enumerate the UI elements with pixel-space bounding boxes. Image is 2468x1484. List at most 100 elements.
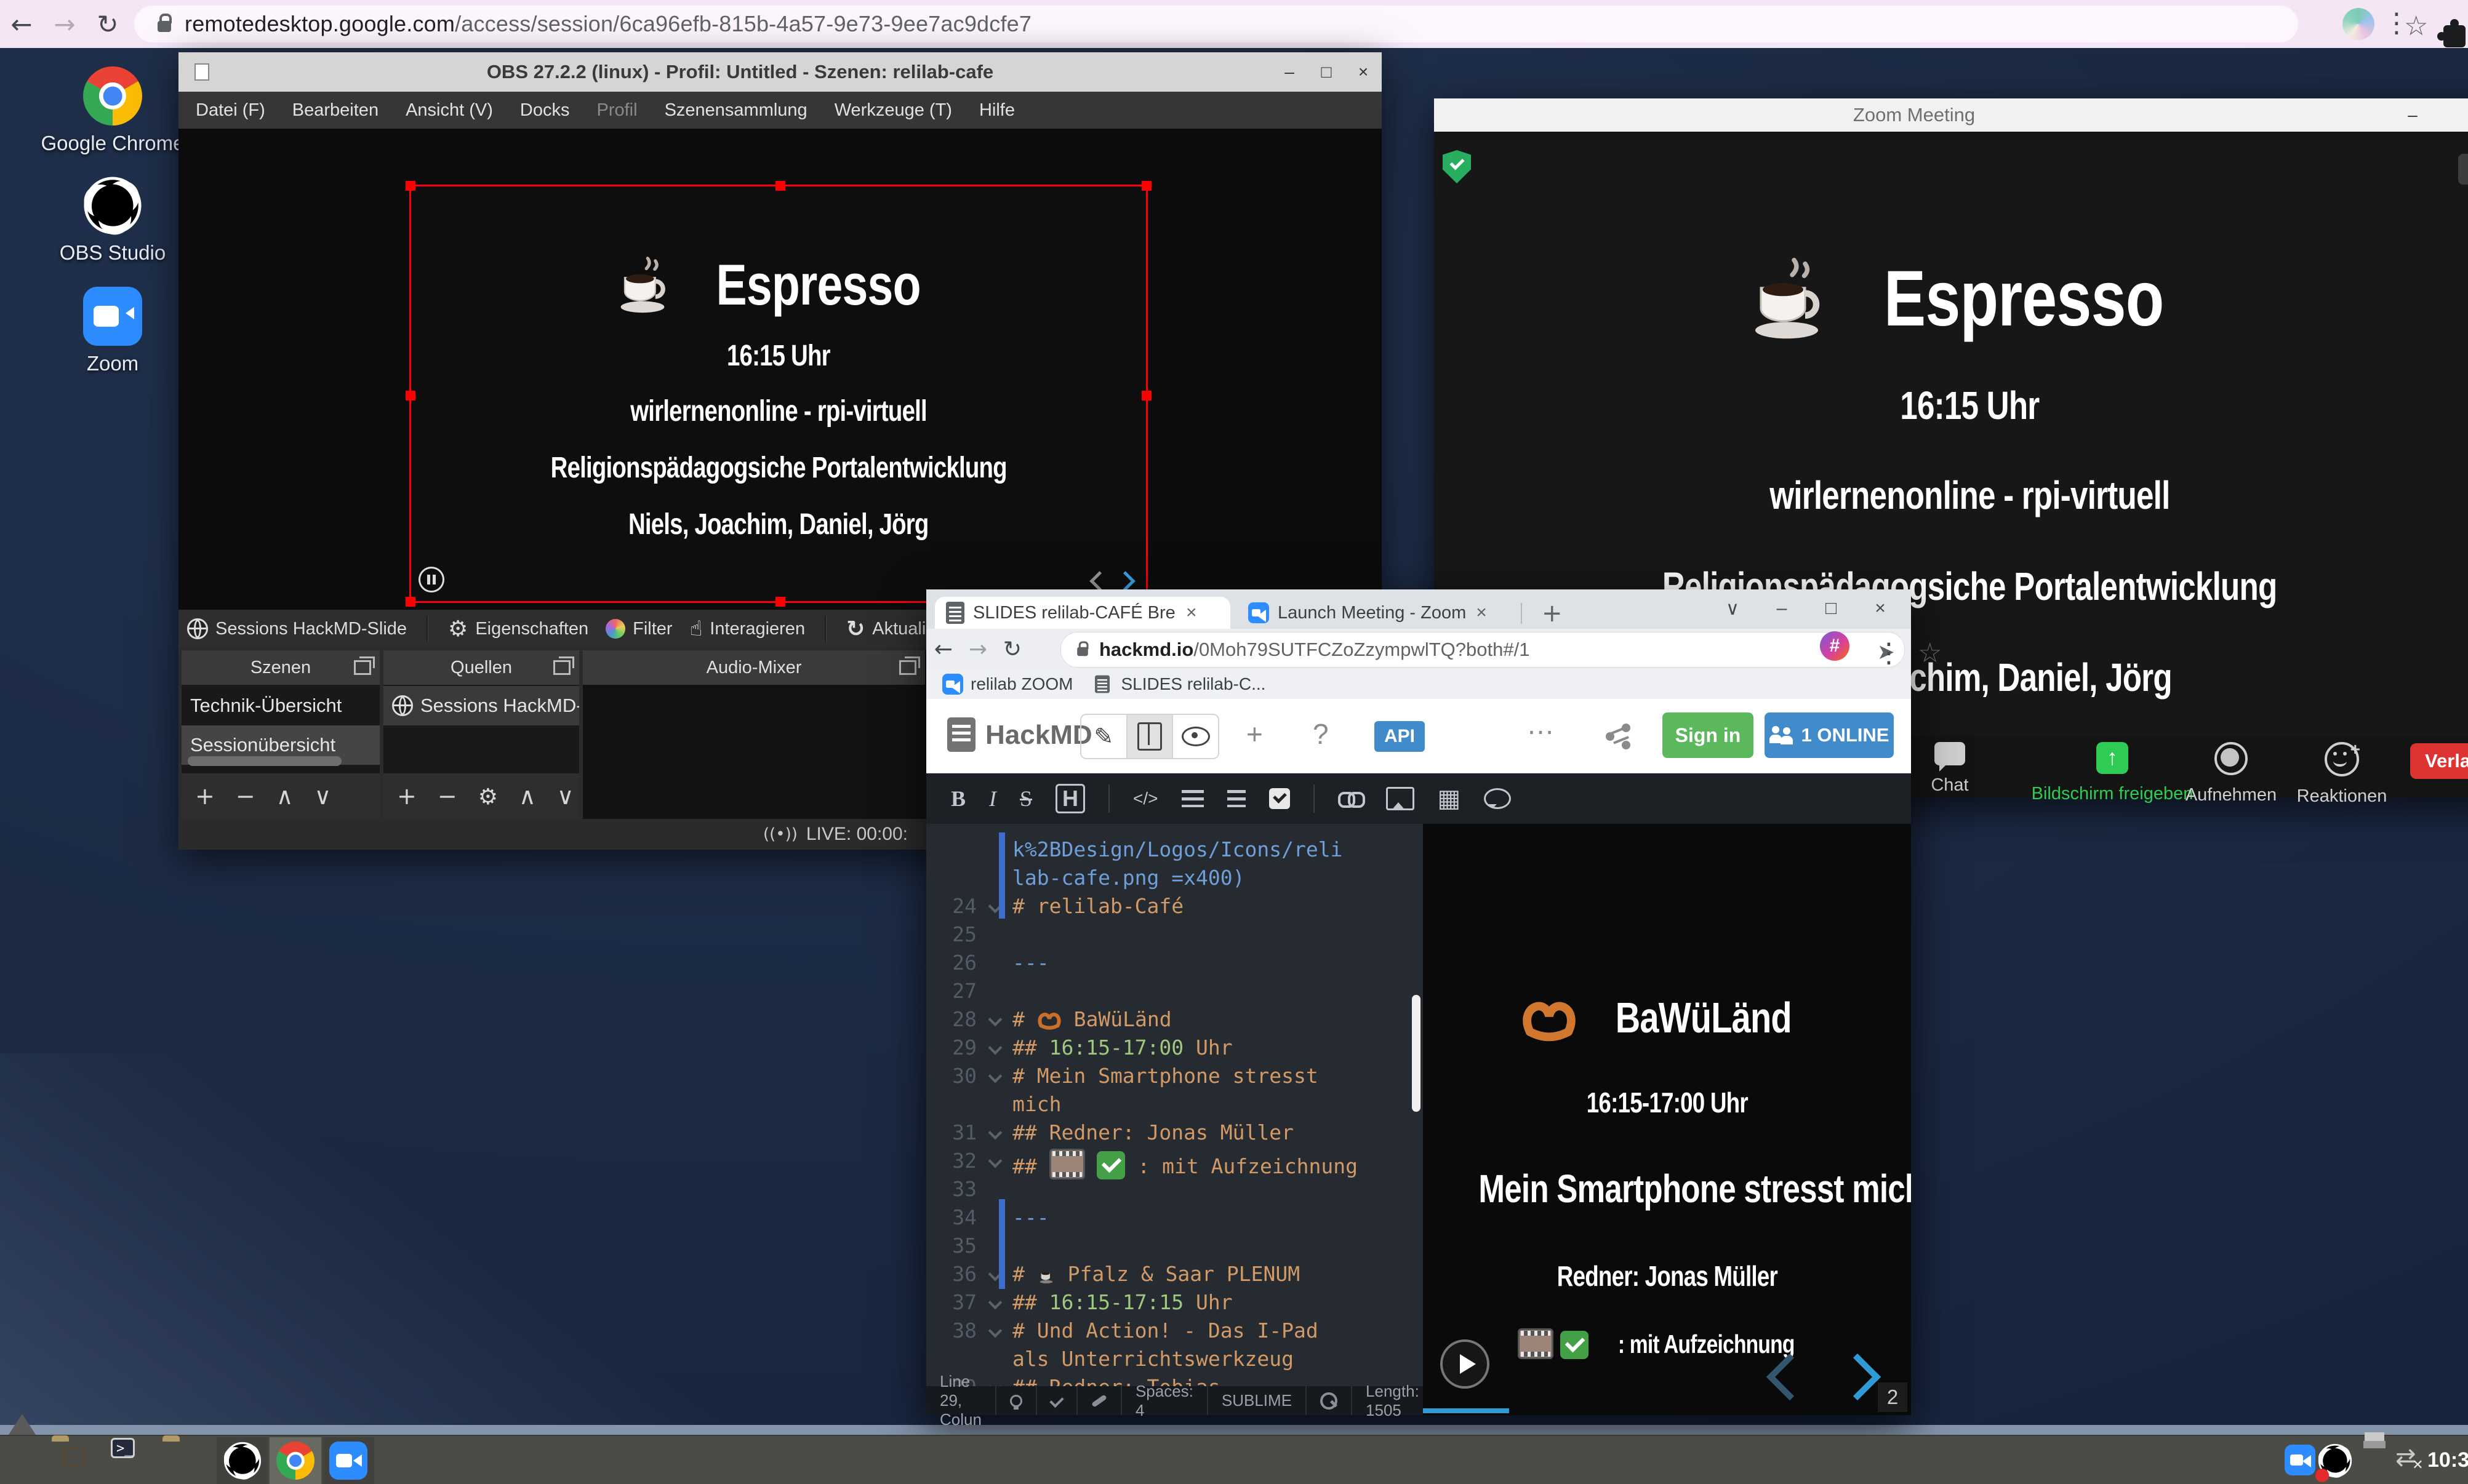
add-source-icon[interactable]: + xyxy=(397,783,417,810)
tab-close-icon[interactable]: × xyxy=(1476,602,1487,623)
numbered-list-icon[interactable] xyxy=(1227,790,1246,807)
taskbar-terminal[interactable]: >_ xyxy=(111,1441,135,1456)
tab-close-icon[interactable]: × xyxy=(1186,602,1197,623)
meeting-security-shield-icon[interactable] xyxy=(1443,150,1471,183)
browser-menu-icon[interactable] xyxy=(2383,7,2413,37)
taskbar-zoom-task[interactable] xyxy=(323,1437,374,1484)
menu-szenensammlung[interactable]: Szenensammlung xyxy=(665,100,807,121)
desktop-icon-obs[interactable]: OBS Studio xyxy=(33,176,193,265)
quellen-header[interactable]: Quellen xyxy=(383,650,579,685)
tray-network[interactable]: ✕ xyxy=(2395,1443,2416,1472)
image-icon[interactable] xyxy=(1386,787,1414,810)
api-button[interactable]: API xyxy=(1374,721,1425,752)
handle[interactable] xyxy=(775,597,785,607)
handle[interactable] xyxy=(406,391,415,401)
task-list-icon[interactable] xyxy=(1269,788,1290,809)
close-button[interactable]: × xyxy=(1345,62,1382,82)
desktop-icon-zoom[interactable]: Zoom xyxy=(33,287,193,375)
split-mode-button[interactable] xyxy=(1126,715,1174,758)
tab-zoom-meeting[interactable]: Launch Meeting - Zoom × xyxy=(1237,597,1514,629)
strikethrough-button[interactable]: S xyxy=(1020,786,1032,812)
filter-button[interactable]: Filter xyxy=(606,619,672,639)
code-button[interactable]: </> xyxy=(1133,789,1158,808)
horizontal-scrollbar[interactable] xyxy=(188,756,342,766)
interagieren-button[interactable]: Interagieren xyxy=(690,616,805,641)
forward-icon[interactable]: → xyxy=(43,9,86,39)
obs-scene-canvas[interactable]: Espresso 16:15 Uhr wirlernenonline - rpi… xyxy=(409,185,1148,603)
back-icon[interactable]: ← xyxy=(0,9,43,39)
table-icon[interactable] xyxy=(1438,784,1461,813)
help-button[interactable]: ? xyxy=(1313,717,1329,751)
browser-menu-icon[interactable] xyxy=(1875,637,1902,669)
heading-button[interactable]: H xyxy=(1056,784,1085,813)
markdown-editor[interactable]: k%2BDesign/Logos/Icons/reli lab-cafe.png… xyxy=(926,824,1423,1386)
taskbar-chrome-task-active[interactable] xyxy=(270,1437,321,1484)
maximize-button[interactable]: □ xyxy=(1813,598,1849,619)
preview-mode-button[interactable] xyxy=(1173,715,1218,758)
active-source[interactable]: Sessions HackMD-Slide xyxy=(187,618,407,639)
remove-source-icon[interactable]: − xyxy=(438,783,457,810)
hackmd-avatar[interactable]: # xyxy=(1820,631,1849,661)
theme-cell[interactable] xyxy=(1078,1386,1122,1415)
bookmark-relilab-zoom[interactable]: relilab ZOOM xyxy=(942,674,1073,695)
link-icon[interactable] xyxy=(1338,791,1363,807)
handle[interactable] xyxy=(775,181,785,191)
keymap-setting[interactable]: SUBLIME xyxy=(1208,1386,1307,1415)
menu-hilfe[interactable]: Hilfe xyxy=(979,100,1015,121)
move-up-icon[interactable]: ∧ xyxy=(519,783,536,810)
move-down-icon[interactable]: ∨ xyxy=(315,783,332,810)
sign-in-button[interactable]: Sign in xyxy=(1662,712,1753,758)
check-cell[interactable] xyxy=(1037,1386,1078,1415)
move-up-icon[interactable]: ∧ xyxy=(276,783,294,810)
reload-icon[interactable]: ↻ xyxy=(86,9,129,39)
fold-icon[interactable] xyxy=(988,1296,1003,1310)
reactions-button[interactable]: + Reaktionen xyxy=(2274,742,2410,807)
new-note-button[interactable]: + xyxy=(1246,717,1263,751)
back-icon[interactable]: ← xyxy=(926,637,961,662)
eigenschaften-button[interactable]: Eigenschaften xyxy=(448,616,588,642)
fold-icon[interactable] xyxy=(988,1041,1003,1055)
popout-icon[interactable] xyxy=(899,660,916,675)
bookmark-slides[interactable]: SLIDES relilab-C... xyxy=(1095,673,1265,695)
handle[interactable] xyxy=(406,181,415,191)
extensions-icon[interactable] xyxy=(2443,25,2466,47)
url-text[interactable]: remotedesktop.google.com/access/session/… xyxy=(185,11,1032,37)
next-slide-icon[interactable] xyxy=(1118,574,1132,591)
source-settings-icon[interactable] xyxy=(478,783,498,810)
profile-avatar[interactable] xyxy=(2342,8,2374,40)
audio-mixer-header[interactable]: Audio-Mixer xyxy=(583,650,925,685)
share-icon[interactable] xyxy=(1606,724,1633,751)
handle[interactable] xyxy=(1142,391,1152,401)
tray-obs[interactable] xyxy=(2318,1441,2352,1481)
fold-icon[interactable] xyxy=(988,1324,1003,1338)
italic-button[interactable]: I xyxy=(989,786,996,812)
szenen-header[interactable]: Szenen xyxy=(182,650,380,685)
new-tab-icon[interactable]: + xyxy=(1542,599,1563,628)
tray-clock[interactable]: 10:37 xyxy=(2427,1448,2468,1472)
fold-icon[interactable] xyxy=(988,1013,1003,1027)
desktop-icon-chrome[interactable]: Google Chrome xyxy=(33,66,193,155)
leave-meeting-button[interactable]: Verla xyxy=(2410,743,2468,779)
menu-ansicht[interactable]: Ansicht (V) xyxy=(406,100,493,121)
taskbar-obs-task[interactable] xyxy=(217,1437,268,1484)
close-button[interactable]: × xyxy=(1862,598,1899,619)
tab-search-icon[interactable]: ∨ xyxy=(1714,598,1751,620)
pause-button[interactable] xyxy=(419,567,444,592)
source-row-selected[interactable]: Sessions HackMD-Slid xyxy=(383,686,579,725)
address-bar[interactable]: hackmd.io/0Moh79SUTFCZoZzympwlTQ?both#/1 xyxy=(1060,632,1905,668)
minimize-button[interactable]: – xyxy=(1763,598,1800,619)
comment-icon[interactable] xyxy=(1484,788,1511,809)
hint-cell[interactable] xyxy=(996,1386,1037,1415)
bookmark-star-icon[interactable] xyxy=(1918,637,1942,669)
fold-icon[interactable] xyxy=(988,1381,1003,1386)
tray-zoom[interactable] xyxy=(2285,1441,2315,1475)
minimize-button[interactable]: – xyxy=(1271,62,1308,82)
online-users-button[interactable]: 1 ONLINE xyxy=(1765,712,1894,758)
forward-icon[interactable]: → xyxy=(961,637,995,662)
play-button[interactable] xyxy=(1440,1339,1489,1389)
next-slide-icon[interactable] xyxy=(1834,1354,1881,1400)
reload-icon[interactable]: ↻ xyxy=(995,637,1030,662)
bullet-list-icon[interactable] xyxy=(1182,790,1204,807)
prev-slide-icon[interactable] xyxy=(1092,574,1107,591)
bold-button[interactable]: B xyxy=(951,786,966,812)
